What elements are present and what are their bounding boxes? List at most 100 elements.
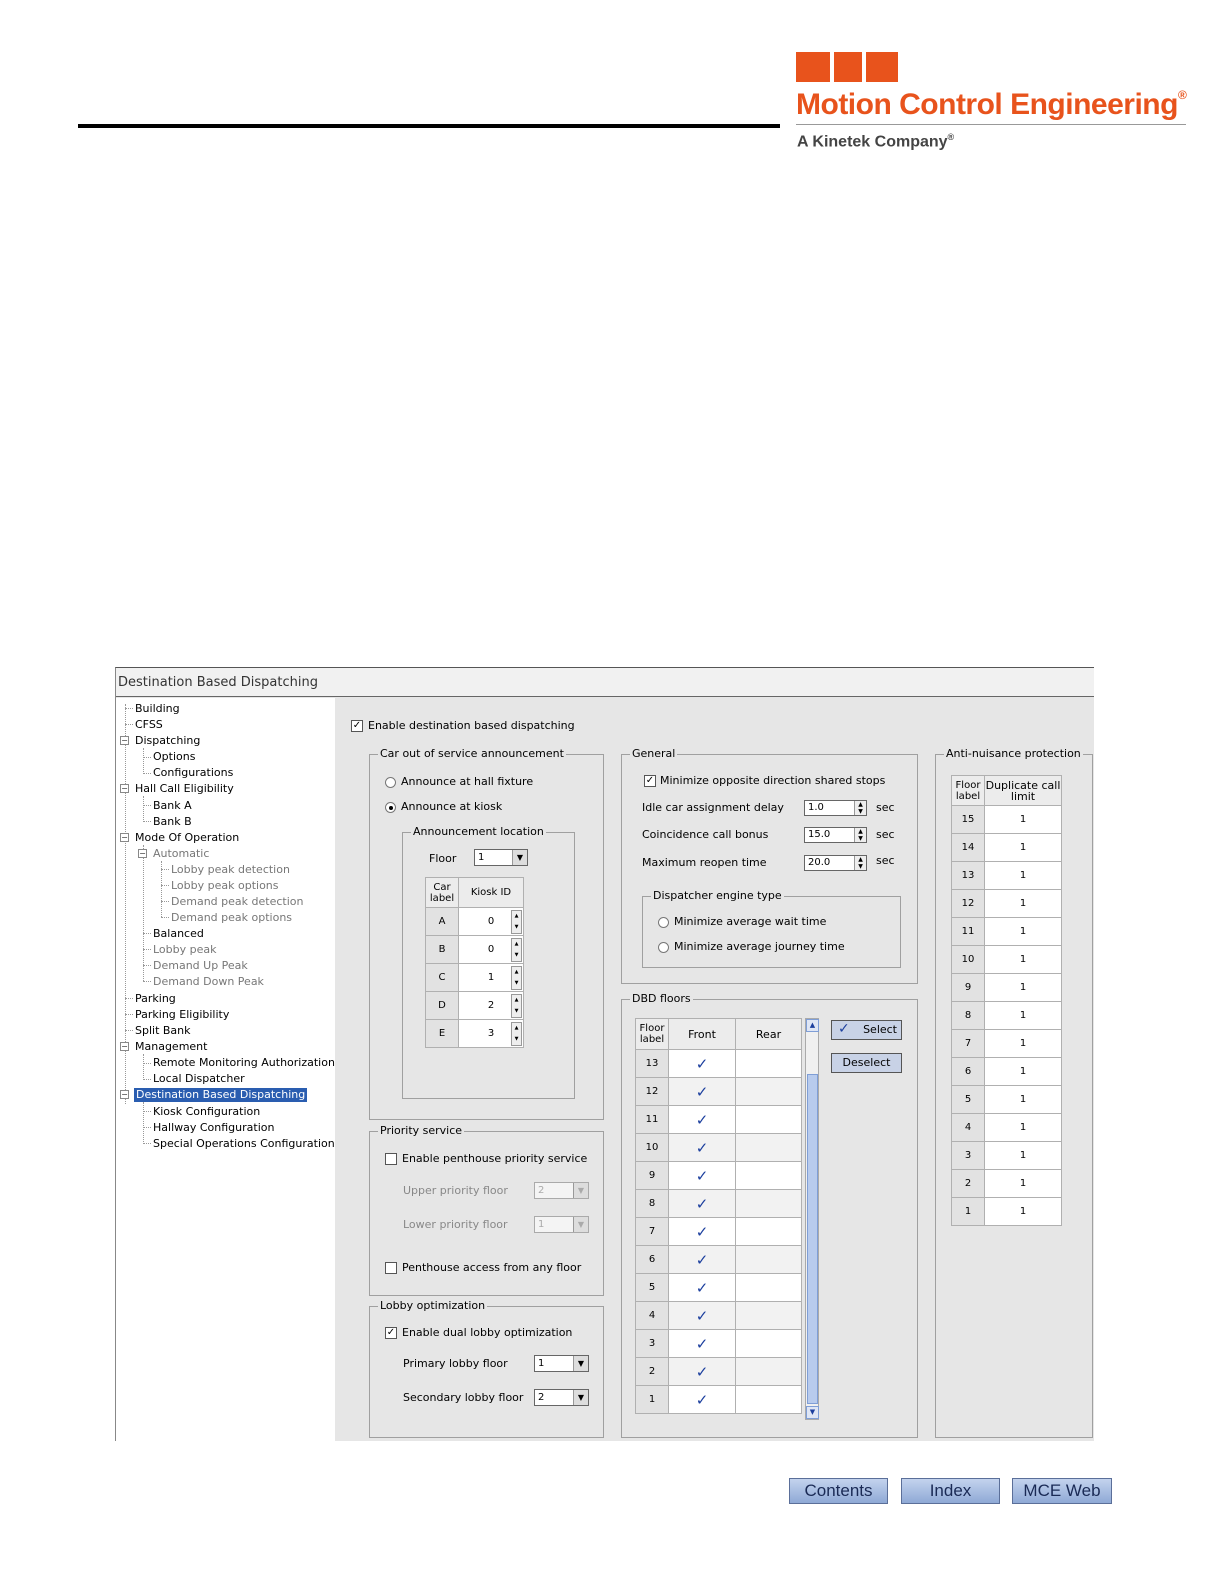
primary-lobby-select[interactable]: 1 ▼ bbox=[534, 1355, 589, 1372]
dbd-floors-scrollbar[interactable]: ▲ ▼ bbox=[805, 1018, 819, 1420]
max-reopen-spinner[interactable]: 20.0 ▲ ▼ bbox=[804, 855, 867, 871]
rear-cell[interactable] bbox=[735, 1357, 802, 1386]
duplicate-limit-cell[interactable]: 1 bbox=[984, 1029, 1062, 1058]
tree-balanced[interactable]: Balanced bbox=[153, 927, 204, 941]
tree-management[interactable]: Management bbox=[135, 1040, 207, 1054]
deselect-button[interactable]: Deselect bbox=[831, 1053, 902, 1073]
rear-cell[interactable] bbox=[735, 1077, 802, 1106]
rear-cell[interactable] bbox=[735, 1329, 802, 1358]
tree-hall-call[interactable]: Hall Call Eligibility bbox=[135, 782, 234, 796]
front-check-icon[interactable]: ✓ bbox=[668, 1273, 736, 1302]
minimize-opposite-checkbox[interactable]: ✓ bbox=[644, 775, 656, 787]
tree-lobby-peak-options[interactable]: Lobby peak options bbox=[171, 879, 279, 893]
tree-cfss[interactable]: CFSS bbox=[135, 718, 163, 732]
kiosk-id-cell[interactable]: 0 ▲ ▼ bbox=[458, 907, 524, 936]
front-check-icon[interactable]: ✓ bbox=[668, 1161, 736, 1190]
front-check-icon[interactable]: ✓ bbox=[668, 1217, 736, 1246]
front-check-icon[interactable]: ✓ bbox=[668, 1357, 736, 1386]
lower-priority-select[interactable]: 1 ▼ bbox=[534, 1216, 589, 1233]
announce-kiosk-radio[interactable] bbox=[385, 802, 396, 813]
tree-demand-peak-detection[interactable]: Demand peak detection bbox=[171, 895, 303, 909]
rear-cell[interactable] bbox=[735, 1217, 802, 1246]
duplicate-limit-cell[interactable]: 1 bbox=[984, 1001, 1062, 1030]
spinner-arrows-icon[interactable]: ▲ ▼ bbox=[511, 1022, 522, 1046]
tree-mode[interactable]: Mode Of Operation bbox=[135, 831, 239, 845]
duplicate-limit-cell[interactable]: 1 bbox=[984, 945, 1062, 974]
front-check-icon[interactable]: ✓ bbox=[668, 1329, 736, 1358]
front-check-icon[interactable]: ✓ bbox=[668, 1301, 736, 1330]
mce-web-button[interactable]: MCE Web bbox=[1012, 1478, 1112, 1504]
duplicate-limit-cell[interactable]: 1 bbox=[984, 1085, 1062, 1114]
duplicate-limit-cell[interactable]: 1 bbox=[984, 1141, 1062, 1170]
select-button[interactable]: ✓ Select bbox=[831, 1020, 902, 1040]
tree-remote-monitoring[interactable]: Remote Monitoring Authorization bbox=[153, 1056, 335, 1070]
penthouse-priority-checkbox[interactable] bbox=[385, 1153, 397, 1165]
tree-bank-b[interactable]: Bank B bbox=[153, 815, 192, 829]
kiosk-id-cell[interactable]: 1 ▲ ▼ bbox=[458, 963, 524, 992]
spinner-arrows-icon[interactable]: ▲ ▼ bbox=[854, 828, 866, 842]
collapse-icon[interactable]: − bbox=[120, 1090, 129, 1099]
tree-configurations[interactable]: Configurations bbox=[153, 766, 233, 780]
scroll-up-icon[interactable]: ▲ bbox=[806, 1019, 819, 1032]
front-check-icon[interactable]: ✓ bbox=[668, 1049, 736, 1078]
rear-cell[interactable] bbox=[735, 1049, 802, 1078]
front-check-icon[interactable]: ✓ bbox=[668, 1077, 736, 1106]
collapse-icon[interactable]: − bbox=[120, 736, 129, 745]
tree-parking[interactable]: Parking bbox=[135, 992, 176, 1006]
tree-special-operations[interactable]: Special Operations Configuration bbox=[153, 1137, 335, 1151]
scroll-thumb[interactable] bbox=[807, 1074, 818, 1404]
spinner-arrows-icon[interactable]: ▲ ▼ bbox=[511, 966, 522, 990]
min-wait-radio[interactable] bbox=[658, 917, 669, 928]
tree-lobby-peak[interactable]: Lobby peak bbox=[153, 943, 217, 957]
front-check-icon[interactable]: ✓ bbox=[668, 1245, 736, 1274]
tree-dispatching[interactable]: Dispatching bbox=[135, 734, 200, 748]
tree-split-bank[interactable]: Split Bank bbox=[135, 1024, 191, 1038]
rear-cell[interactable] bbox=[735, 1301, 802, 1330]
rear-cell[interactable] bbox=[735, 1385, 802, 1414]
enable-dbd-checkbox[interactable]: ✓ bbox=[351, 720, 363, 732]
spinner-arrows-icon[interactable]: ▲ ▼ bbox=[854, 856, 866, 870]
tree-demand-down[interactable]: Demand Down Peak bbox=[153, 975, 264, 989]
kiosk-id-cell[interactable]: 0 ▲ ▼ bbox=[458, 935, 524, 964]
front-check-icon[interactable]: ✓ bbox=[668, 1385, 736, 1414]
collapse-icon[interactable]: − bbox=[138, 849, 147, 858]
rear-cell[interactable] bbox=[735, 1133, 802, 1162]
idle-delay-spinner[interactable]: 1.0 ▲ ▼ bbox=[804, 800, 867, 816]
secondary-lobby-select[interactable]: 2 ▼ bbox=[534, 1389, 589, 1406]
tree-lobby-peak-detection[interactable]: Lobby peak detection bbox=[171, 863, 290, 877]
tree-demand-up[interactable]: Demand Up Peak bbox=[153, 959, 248, 973]
duplicate-limit-cell[interactable]: 1 bbox=[984, 917, 1062, 946]
tree-options[interactable]: Options bbox=[153, 750, 195, 764]
announce-hall-radio[interactable] bbox=[385, 777, 396, 788]
collapse-icon[interactable]: − bbox=[120, 784, 129, 793]
front-check-icon[interactable]: ✓ bbox=[668, 1105, 736, 1134]
duplicate-limit-cell[interactable]: 1 bbox=[984, 861, 1062, 890]
penthouse-any-floor-checkbox[interactable] bbox=[385, 1262, 397, 1274]
tree-parking-eligibility[interactable]: Parking Eligibility bbox=[135, 1008, 229, 1022]
duplicate-limit-cell[interactable]: 1 bbox=[984, 1057, 1062, 1086]
spinner-arrows-icon[interactable]: ▲ ▼ bbox=[511, 910, 522, 934]
tree-dbd-selected[interactable]: Destination Based Dispatching bbox=[134, 1088, 308, 1102]
tree-hallway-configuration[interactable]: Hallway Configuration bbox=[153, 1121, 274, 1135]
rear-cell[interactable] bbox=[735, 1273, 802, 1302]
front-check-icon[interactable]: ✓ bbox=[668, 1133, 736, 1162]
dual-lobby-checkbox[interactable]: ✓ bbox=[385, 1327, 397, 1339]
spinner-arrows-icon[interactable]: ▲ ▼ bbox=[511, 994, 522, 1018]
tree-kiosk-configuration[interactable]: Kiosk Configuration bbox=[153, 1105, 260, 1119]
duplicate-limit-cell[interactable]: 1 bbox=[984, 1169, 1062, 1198]
rear-cell[interactable] bbox=[735, 1105, 802, 1134]
rear-cell[interactable] bbox=[735, 1189, 802, 1218]
rear-cell[interactable] bbox=[735, 1245, 802, 1274]
tree-demand-peak-options[interactable]: Demand peak options bbox=[171, 911, 292, 925]
kiosk-id-cell[interactable]: 2 ▲ ▼ bbox=[458, 991, 524, 1020]
coincidence-bonus-spinner[interactable]: 15.0 ▲ ▼ bbox=[804, 827, 867, 843]
tree-automatic[interactable]: Automatic bbox=[153, 847, 209, 861]
index-button[interactable]: Index bbox=[901, 1478, 1000, 1504]
announcement-floor-select[interactable]: 1 ▼ bbox=[474, 849, 528, 866]
duplicate-limit-cell[interactable]: 1 bbox=[984, 889, 1062, 918]
collapse-icon[interactable]: − bbox=[120, 833, 129, 842]
spinner-arrows-icon[interactable]: ▲ ▼ bbox=[511, 938, 522, 962]
min-journey-radio[interactable] bbox=[658, 942, 669, 953]
front-check-icon[interactable]: ✓ bbox=[668, 1189, 736, 1218]
kiosk-id-cell[interactable]: 3 ▲ ▼ bbox=[458, 1019, 524, 1048]
